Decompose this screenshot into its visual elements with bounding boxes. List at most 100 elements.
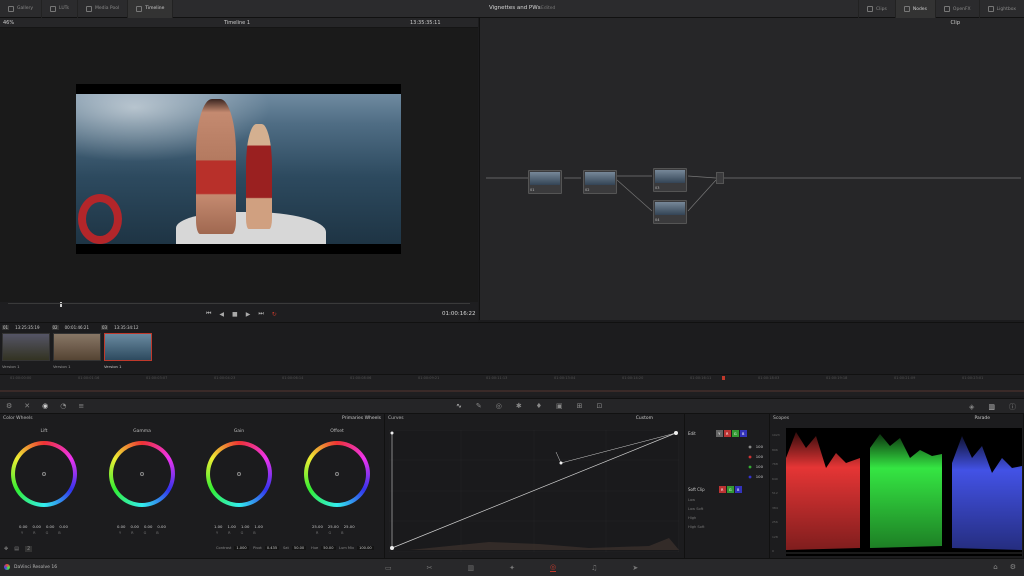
lift-values[interactable]: 0.00 0.00 0.00 0.00 [19, 524, 68, 529]
timeline-tick: 01:00:06:14 [282, 376, 304, 380]
project-title: Vignettes and PWs [489, 5, 541, 11]
tab-luts[interactable]: LUTs [42, 0, 78, 18]
tab-gallery[interactable]: Gallery [0, 0, 43, 18]
settings-icon[interactable]: ⚙ [1010, 563, 1016, 571]
scopes-title: Scopes [773, 416, 790, 421]
record-timecode: 01:00:16:22 [442, 311, 476, 317]
softclip-rows[interactable]: Low Low Soft High High Soft [688, 496, 705, 532]
tab-openfx[interactable]: OpenFX [934, 0, 979, 18]
rgb-mixer-icon[interactable]: ◔ [60, 402, 66, 410]
scopes-icon[interactable]: ▥ [988, 403, 995, 411]
home-icon[interactable]: ⌂ [993, 563, 997, 571]
offset-label: Offset [330, 429, 344, 434]
curves-icon[interactable]: ∿ [456, 402, 462, 410]
curve-graph[interactable] [389, 430, 679, 552]
timeline-tick: 01:00:01:16 [78, 376, 100, 380]
node-03[interactable]: 03 [653, 168, 687, 192]
info-icon[interactable]: ⓘ [1009, 402, 1016, 412]
lift-label: Lift [40, 429, 48, 434]
gain-values[interactable]: 1.00 1.00 1.00 1.00 [214, 524, 263, 529]
play-icon[interactable]: ▶ [246, 311, 251, 318]
clips-icon [866, 6, 873, 12]
adjust-contrast[interactable]: Contrast 1.000 [216, 546, 249, 550]
clip-thumbnail-02[interactable] [53, 333, 101, 361]
camera-raw-icon[interactable]: ⚙ [6, 402, 12, 410]
adjust-sat[interactable]: Sat 50.00 [283, 546, 307, 550]
app-name: DaVinci Resolve 16 [14, 564, 58, 570]
gain-wheel[interactable] [206, 441, 272, 507]
stop-icon[interactable]: ■ [232, 311, 238, 318]
lift-wheel[interactable] [11, 441, 77, 507]
skip-end-icon[interactable]: ⏭ [258, 310, 263, 318]
offset-wheel[interactable] [304, 441, 370, 507]
curves-panel: Curves Custom [385, 414, 685, 558]
tab-media-pool[interactable]: Media Pool [78, 0, 129, 18]
tab-nodes[interactable]: Nodes [894, 0, 935, 18]
clip-version-03: Version 1 [104, 364, 122, 369]
3d-icon[interactable]: ⊡ [597, 402, 603, 410]
color-wheels-icon[interactable]: ◉ [42, 402, 48, 410]
step-back-icon[interactable]: ◀ [219, 311, 224, 318]
tab-lightbox[interactable]: Lightbox [978, 0, 1024, 18]
timeline-tick: 01:00:14:20 [622, 376, 644, 380]
fusion-page-icon[interactable]: ✦ [509, 564, 515, 572]
skip-start-icon[interactable]: ⏮ [206, 310, 211, 318]
page-number[interactable]: 2 [24, 546, 33, 552]
timeline-selector[interactable]: Timeline 1 [224, 20, 250, 26]
adjust-pivot[interactable]: Pivot 0.435 [253, 546, 280, 550]
timeline-tick: 01:00:08:06 [350, 376, 372, 380]
tab-timeline[interactable]: Timeline [128, 0, 174, 18]
deliver-page-icon[interactable]: ➤ [632, 564, 638, 572]
openfx-icon [943, 6, 950, 12]
scopes-mode[interactable]: Parade [974, 416, 990, 421]
adjust-lum-mix[interactable]: Lum Mix 100.00 [339, 546, 374, 550]
color-page-icon[interactable]: ◎ [550, 563, 557, 572]
blur-icon[interactable]: ♦ [536, 402, 542, 410]
edit-page-icon[interactable]: ▥ [468, 564, 475, 572]
clip-strip [0, 322, 1024, 374]
offset-values[interactable]: 25.00 25.00 25.00 [312, 524, 355, 529]
tracker-icon[interactable]: ✱ [516, 402, 522, 410]
motion-effects-icon[interactable]: ≡ [78, 402, 84, 410]
edit-values[interactable]: ● 100 ● 100 ● 100 ● 100 [688, 441, 763, 481]
timeline-icon [136, 5, 143, 12]
gain-label: Gain [233, 429, 245, 434]
window-icon[interactable]: ◎ [496, 402, 502, 410]
fairlight-page-icon[interactable]: ♫ [591, 564, 597, 572]
media-pool-icon [85, 5, 92, 12]
adjust-hue[interactable]: Hue 50.00 [311, 546, 336, 550]
timeline-tick: 01:00:00:00 [10, 376, 32, 380]
sizing-icon[interactable]: ⊞ [577, 402, 583, 410]
color-match-icon[interactable]: ✕ [24, 402, 30, 410]
gamma-wheel[interactable] [109, 441, 175, 507]
tab-clips[interactable]: Clips [857, 0, 895, 18]
scrub-bar[interactable] [8, 303, 470, 304]
timeline-tick: 01:00:23:01 [962, 376, 984, 380]
media-page-icon[interactable]: ▭ [385, 564, 392, 572]
wheels-mode[interactable]: Primaries Wheels [342, 416, 381, 421]
viewer-header: 46% Timeline 1 13:35:35:11 [0, 18, 478, 28]
tools-icon[interactable]: ✥ [4, 546, 8, 552]
node-01[interactable]: 01 [528, 170, 562, 194]
loop-icon[interactable]: ↻ [272, 311, 277, 318]
key-icon[interactable]: ▣ [556, 402, 563, 410]
node-02[interactable]: 02 [583, 170, 617, 194]
clip-thumbnail-03[interactable] [104, 333, 152, 361]
timeline-tick: 01:00:18:03 [758, 376, 780, 380]
node-04[interactable]: 04 [653, 200, 687, 224]
curves-mode[interactable]: Custom [636, 416, 653, 421]
softclip-label: Soft Clip [688, 487, 705, 492]
wheels-footer: ✥ ▤ 2 [4, 546, 33, 552]
gamma-label: Gamma [133, 429, 151, 434]
zoom-level[interactable]: 46% [3, 20, 14, 26]
cut-page-icon[interactable]: ✂ [427, 564, 433, 572]
timeline-playhead[interactable] [722, 376, 725, 380]
gamma-values[interactable]: 0.00 0.00 0.00 0.00 [117, 524, 166, 529]
keyframes-icon[interactable]: ◈ [969, 403, 974, 411]
mixer-node[interactable] [716, 172, 724, 184]
resolve-logo-icon [4, 564, 10, 570]
qualifier-icon[interactable]: ✎ [476, 402, 482, 410]
clip-thumbnail-01[interactable] [2, 333, 50, 361]
page-icon[interactable]: ▤ [14, 546, 19, 552]
node-editor[interactable]: Clip 01 02 03 04 [479, 18, 1024, 320]
